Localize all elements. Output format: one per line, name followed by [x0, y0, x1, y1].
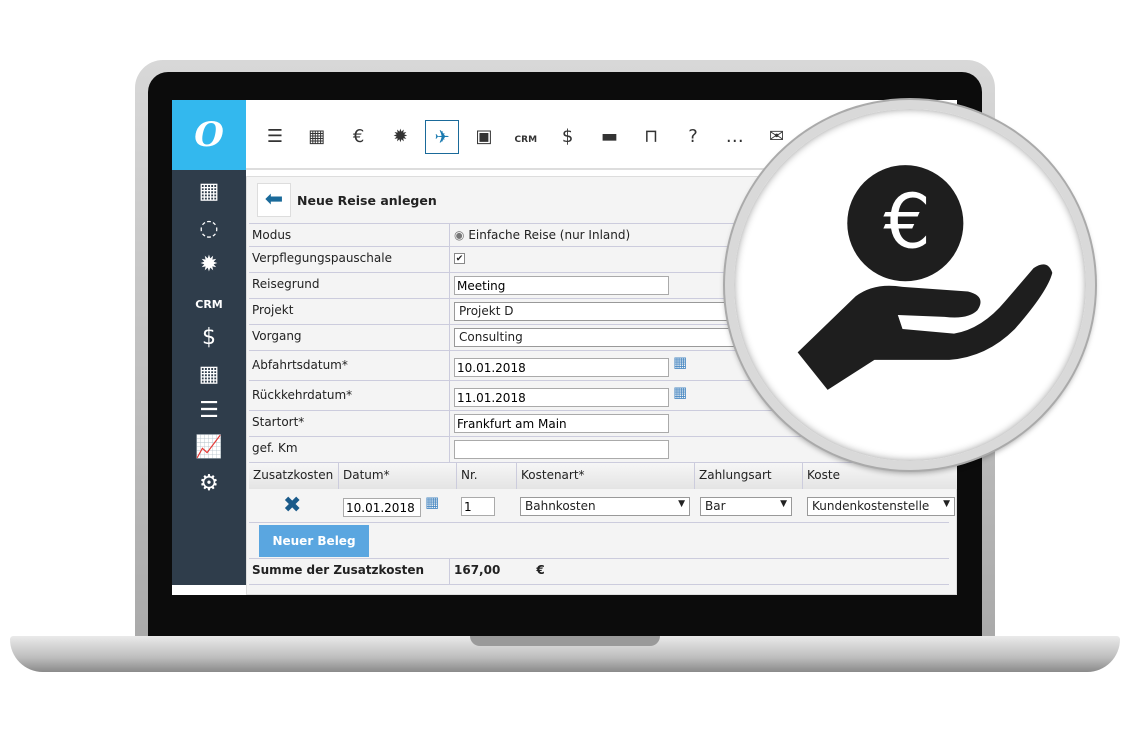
col-nr: Nr. — [457, 463, 517, 489]
calculator-icon: ▦ — [198, 361, 220, 387]
toolbar-button-bug[interactable]: ✹ — [383, 120, 417, 154]
verpflegung-checkbox[interactable]: ✔ — [454, 253, 465, 264]
sidebar-item-bug[interactable]: ✹ — [172, 247, 246, 283]
page-title: Neue Reise anlegen — [297, 193, 437, 208]
reisegrund-input[interactable] — [454, 276, 669, 295]
km-input[interactable] — [454, 440, 669, 459]
km-label: gef. Km — [252, 441, 298, 455]
kostenstelle-select[interactable]: Kundenkostenstelle ▼ — [807, 497, 955, 516]
sum-currency: € — [536, 563, 545, 577]
verpflegung-label: Verpflegungspauschale — [252, 251, 392, 265]
col-datum: Datum* — [339, 463, 457, 489]
col-kostenart: Kostenart* — [517, 463, 695, 489]
projekt-label: Projekt — [252, 303, 294, 317]
kostenstelle-value: Kundenkostenstelle — [812, 499, 930, 513]
app-logo[interactable]: O — [172, 100, 246, 170]
sidebar-item-gear[interactable]: ⚙ — [172, 466, 246, 502]
col-zahlungsart: Zahlungsart — [695, 463, 803, 489]
magnifier-overlay: € — [725, 100, 1095, 470]
svg-text:€: € — [883, 178, 931, 266]
toolbar-button-calendar[interactable]: ▦ — [300, 120, 334, 154]
startort-label: Startort* — [252, 415, 305, 429]
toolbar-button-menu[interactable]: ☰ — [258, 120, 292, 154]
rueckkehr-label: Rückkehrdatum* — [252, 388, 353, 402]
rueckkehr-input[interactable] — [454, 388, 669, 407]
arrow-left-icon: ⬅ — [264, 187, 284, 212]
zahlungsart-value: Bar — [705, 499, 726, 513]
back-button[interactable]: ⬅ — [257, 183, 291, 217]
sidebar: O ▦ ◌ ✹ CRM $ ▦ ☰ 📈 ⚙ — [172, 100, 246, 585]
gear-icon: ⚙ — [199, 471, 219, 496]
help-icon: ? — [688, 126, 698, 147]
list-icon: ☰ — [199, 398, 219, 423]
calendar-icon[interactable]: ▦ — [425, 493, 439, 511]
kostenart-select[interactable]: Bahnkosten ▼ — [520, 497, 690, 516]
modus-radio[interactable]: ◉ — [454, 228, 464, 242]
project-icon: ▣ — [475, 126, 493, 147]
laptop-notch — [470, 636, 660, 646]
toolbar-button-euro-coin[interactable]: € — [342, 120, 376, 154]
toolbar-button-invoice[interactable]: $ — [551, 120, 585, 154]
euro-hand-icon: € — [797, 165, 1053, 390]
calendar-icon[interactable]: ▦ — [673, 383, 687, 401]
crm-icon: CRM — [514, 135, 538, 145]
calendar-icon: ▦ — [308, 126, 326, 147]
costs-header: Zusatzkosten Datum* Nr. Kostenart* Zahlu… — [249, 463, 957, 489]
col-zusatzkosten: Zusatzkosten — [249, 463, 339, 489]
sum-value: 167,00 — [454, 563, 501, 577]
calendar-icon[interactable]: ▦ — [673, 353, 687, 371]
cost-nr-input[interactable] — [461, 497, 495, 516]
chart-icon: 📈 — [195, 434, 223, 460]
toolbar-button-barrier[interactable]: ⊓ — [634, 120, 668, 154]
barrier-icon: ⊓ — [644, 126, 659, 147]
sidebar-item-clock[interactable]: ◌ — [172, 211, 246, 247]
new-receipt-button[interactable]: Neuer Beleg — [259, 525, 369, 557]
kostenart-value: Bahnkosten — [525, 499, 596, 513]
sidebar-item-calendar[interactable]: ▦ — [172, 174, 246, 210]
vorgang-select[interactable]: Consulting — [454, 328, 754, 347]
modus-label: Modus — [252, 228, 292, 242]
sum-label: Summe der Zusatzkosten — [252, 563, 425, 577]
invoice-icon: $ — [561, 126, 574, 147]
vorgang-label: Vorgang — [252, 329, 302, 343]
projekt-select[interactable]: Projekt D — [454, 302, 754, 321]
toolbar-button-printer[interactable]: ▬ — [592, 120, 626, 154]
toolbar-button-crm[interactable]: CRM — [509, 120, 543, 154]
airplane-icon: ✈ — [434, 127, 450, 148]
clock-icon: ◌ — [199, 215, 219, 241]
toolbar-button-project[interactable]: ▣ — [467, 120, 501, 154]
invoice-icon: $ — [202, 325, 216, 350]
cost-row: ✖ ▦ Bahnkosten ▼ Bar ▼ Kundenkostenstelle ▼ — [249, 489, 955, 523]
crm-icon: CRM — [195, 297, 223, 311]
printer-icon: ▬ — [600, 126, 618, 147]
bug-icon: ✹ — [392, 126, 408, 147]
abfahrt-input[interactable] — [454, 358, 669, 377]
delete-row-icon[interactable]: ✖ — [283, 493, 301, 518]
dropdown-arrow-icon: ▼ — [678, 499, 685, 509]
euro-coin-icon: € — [352, 126, 365, 147]
dropdown-arrow-icon: ▼ — [943, 499, 950, 509]
sidebar-item-calculator[interactable]: ▦ — [172, 357, 246, 393]
startort-input[interactable] — [454, 414, 669, 433]
menu-icon: ☰ — [266, 126, 284, 147]
cost-date-input[interactable] — [343, 498, 421, 517]
abfahrt-label: Abfahrtsdatum* — [252, 358, 348, 372]
bug-icon: ✹ — [199, 252, 219, 277]
sidebar-item-list[interactable]: ☰ — [172, 393, 246, 429]
calendar-icon: ▦ — [198, 179, 220, 204]
sidebar-item-crm[interactable]: CRM — [172, 284, 246, 320]
reisegrund-label: Reisegrund — [252, 277, 320, 291]
zahlungsart-select[interactable]: Bar ▼ — [700, 497, 792, 516]
modus-value: Einfache Reise (nur Inland) — [468, 228, 631, 242]
sidebar-item-chart[interactable]: 📈 — [172, 430, 246, 466]
dropdown-arrow-icon: ▼ — [780, 499, 787, 509]
toolbar-button-airplane[interactable]: ✈ — [425, 120, 460, 154]
toolbar-button-help[interactable]: ? — [676, 120, 710, 154]
sidebar-item-invoice[interactable]: $ — [172, 320, 246, 356]
